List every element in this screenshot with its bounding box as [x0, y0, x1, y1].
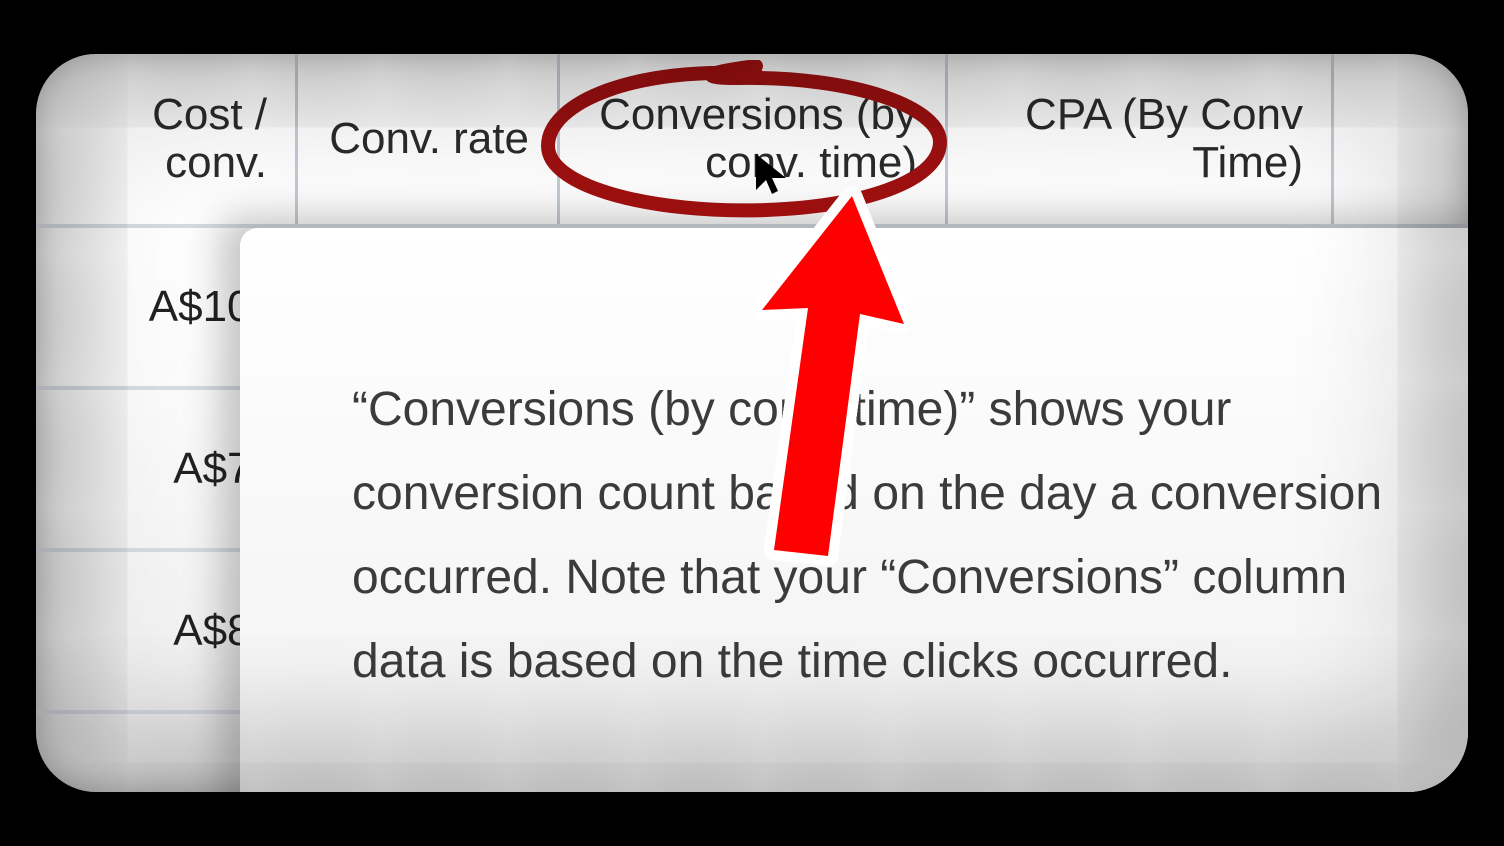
column-header-conversions-by-conv-time[interactable]: Conversions (by conv. time): [560, 54, 948, 224]
table-header-row: Cost / conv. Conv. rate Conversions (by …: [36, 54, 1468, 228]
column-header-cost-per-conv[interactable]: Cost / conv.: [36, 54, 298, 224]
tooltip-text: “Conversions (by conv. time)” shows your…: [352, 383, 1382, 688]
column-header-cpa-by-conv-time[interactable]: CPA (By Conv Time): [948, 54, 1334, 224]
column-header-conv-rate[interactable]: Conv. rate: [298, 54, 560, 224]
column-header-spacer: [1334, 54, 1468, 224]
tooltip-card: “Conversions (by conv. time)” shows your…: [240, 228, 1468, 792]
screenshot-frame: Cost / conv. Conv. rate Conversions (by …: [36, 54, 1468, 792]
